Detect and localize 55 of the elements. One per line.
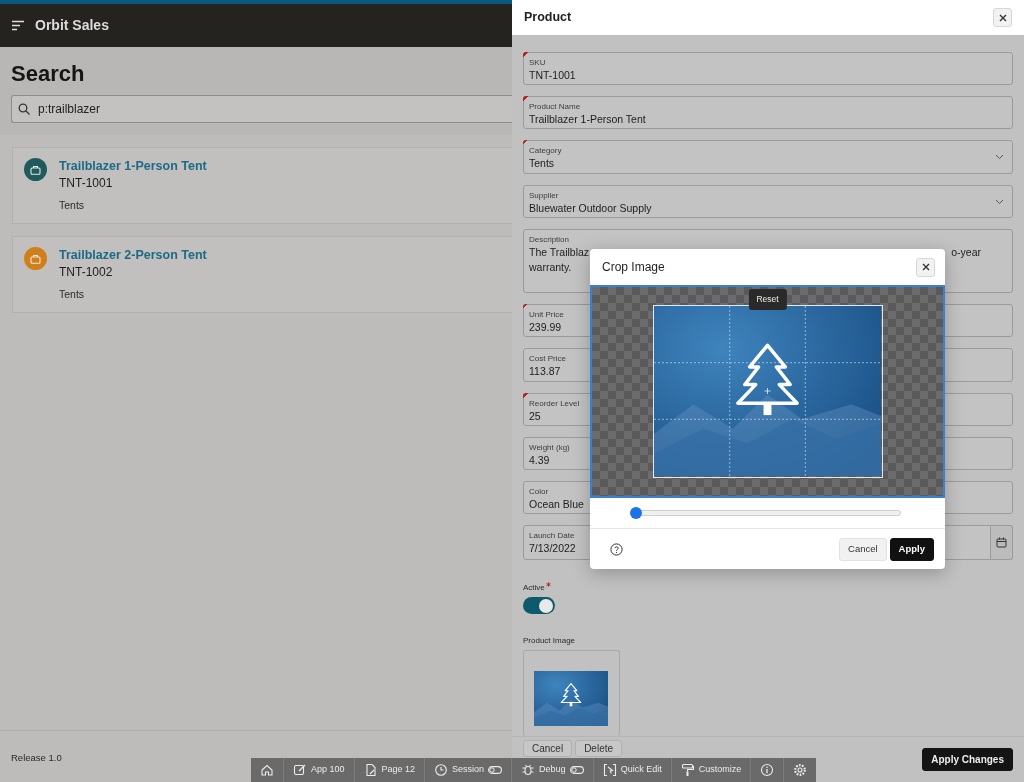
toggle-switch[interactable]: [523, 597, 555, 615]
field-label: Active: [523, 582, 1013, 595]
settings-icon: [793, 763, 808, 777]
app-title: Orbit Sales: [35, 16, 109, 35]
result-category: Tents: [59, 198, 86, 214]
result-card[interactable]: Trailblazer 1-Person Tent TNT-1001 Tents: [12, 147, 512, 225]
toolbar-button[interactable]: Session: [425, 758, 513, 782]
select-field[interactable]: Category Tents: [523, 140, 1013, 174]
chevron-down-icon: [995, 198, 1004, 205]
drawer-title: Product: [524, 9, 572, 27]
toolbar-button[interactable]: App 100: [284, 758, 355, 782]
field-label: Product Image: [523, 635, 577, 648]
text-field[interactable]: Product Name Trailblazer 1-Person Tent: [523, 96, 1013, 130]
toolbar-button[interactable]: Customize: [671, 758, 752, 782]
form-button[interactable]: Cancel: [523, 740, 573, 757]
clock-icon: [434, 763, 449, 777]
page-heading: Search: [11, 61, 86, 88]
toolbar-button[interactable]: Page 12: [354, 758, 426, 782]
form-button[interactable]: Delete: [575, 740, 623, 757]
cancel-button[interactable]: Cancel: [839, 537, 887, 561]
result-sku: TNT-1001: [59, 175, 114, 193]
dialog-title: Crop Image: [602, 259, 665, 276]
apply-button[interactable]: Apply: [889, 537, 934, 561]
release-label: Release 1.0: [11, 752, 62, 763]
info-icon: [760, 763, 775, 777]
apply-changes-button[interactable]: Apply Changes: [922, 748, 1013, 771]
text-field[interactable]: SKU TNT-1001: [523, 52, 1013, 86]
result-category: Tents: [59, 287, 86, 303]
cursor-box-icon: [602, 763, 617, 777]
pencil-icon: [293, 763, 307, 777]
result-card[interactable]: Trailblazer 2-Person Tent TNT-1002 Tents: [12, 236, 512, 314]
close-icon: [997, 12, 1008, 23]
help-icon: [610, 542, 623, 556]
bag-icon: [30, 253, 41, 264]
home-icon: [260, 763, 274, 777]
select-field[interactable]: Supplier Bluewater Outdoor Supply: [523, 184, 1013, 218]
bag-icon: [30, 164, 41, 175]
close-icon: [920, 262, 931, 272]
toolbar-button[interactable]: Debug: [512, 758, 594, 782]
search-icon: [18, 103, 30, 116]
toolbar-button[interactable]: Quick Edit: [593, 758, 672, 782]
result-sku: TNT-1002: [59, 264, 114, 282]
zoom-slider[interactable]: [630, 507, 901, 519]
page-icon: [363, 763, 378, 777]
bug-icon: [521, 763, 536, 777]
reset-button[interactable]: Reset: [748, 289, 787, 310]
menu-icon: [11, 20, 25, 31]
slider-thumb[interactable]: [630, 507, 642, 519]
close-button[interactable]: [916, 257, 935, 277]
close-button[interactable]: [993, 8, 1012, 27]
chevron-down-icon: [995, 154, 1004, 161]
paint-roller-icon: [680, 763, 695, 777]
calendar-icon: [996, 537, 1007, 549]
calendar-button[interactable]: [991, 525, 1013, 561]
search-field[interactable]: p:trailblazer: [11, 95, 512, 124]
